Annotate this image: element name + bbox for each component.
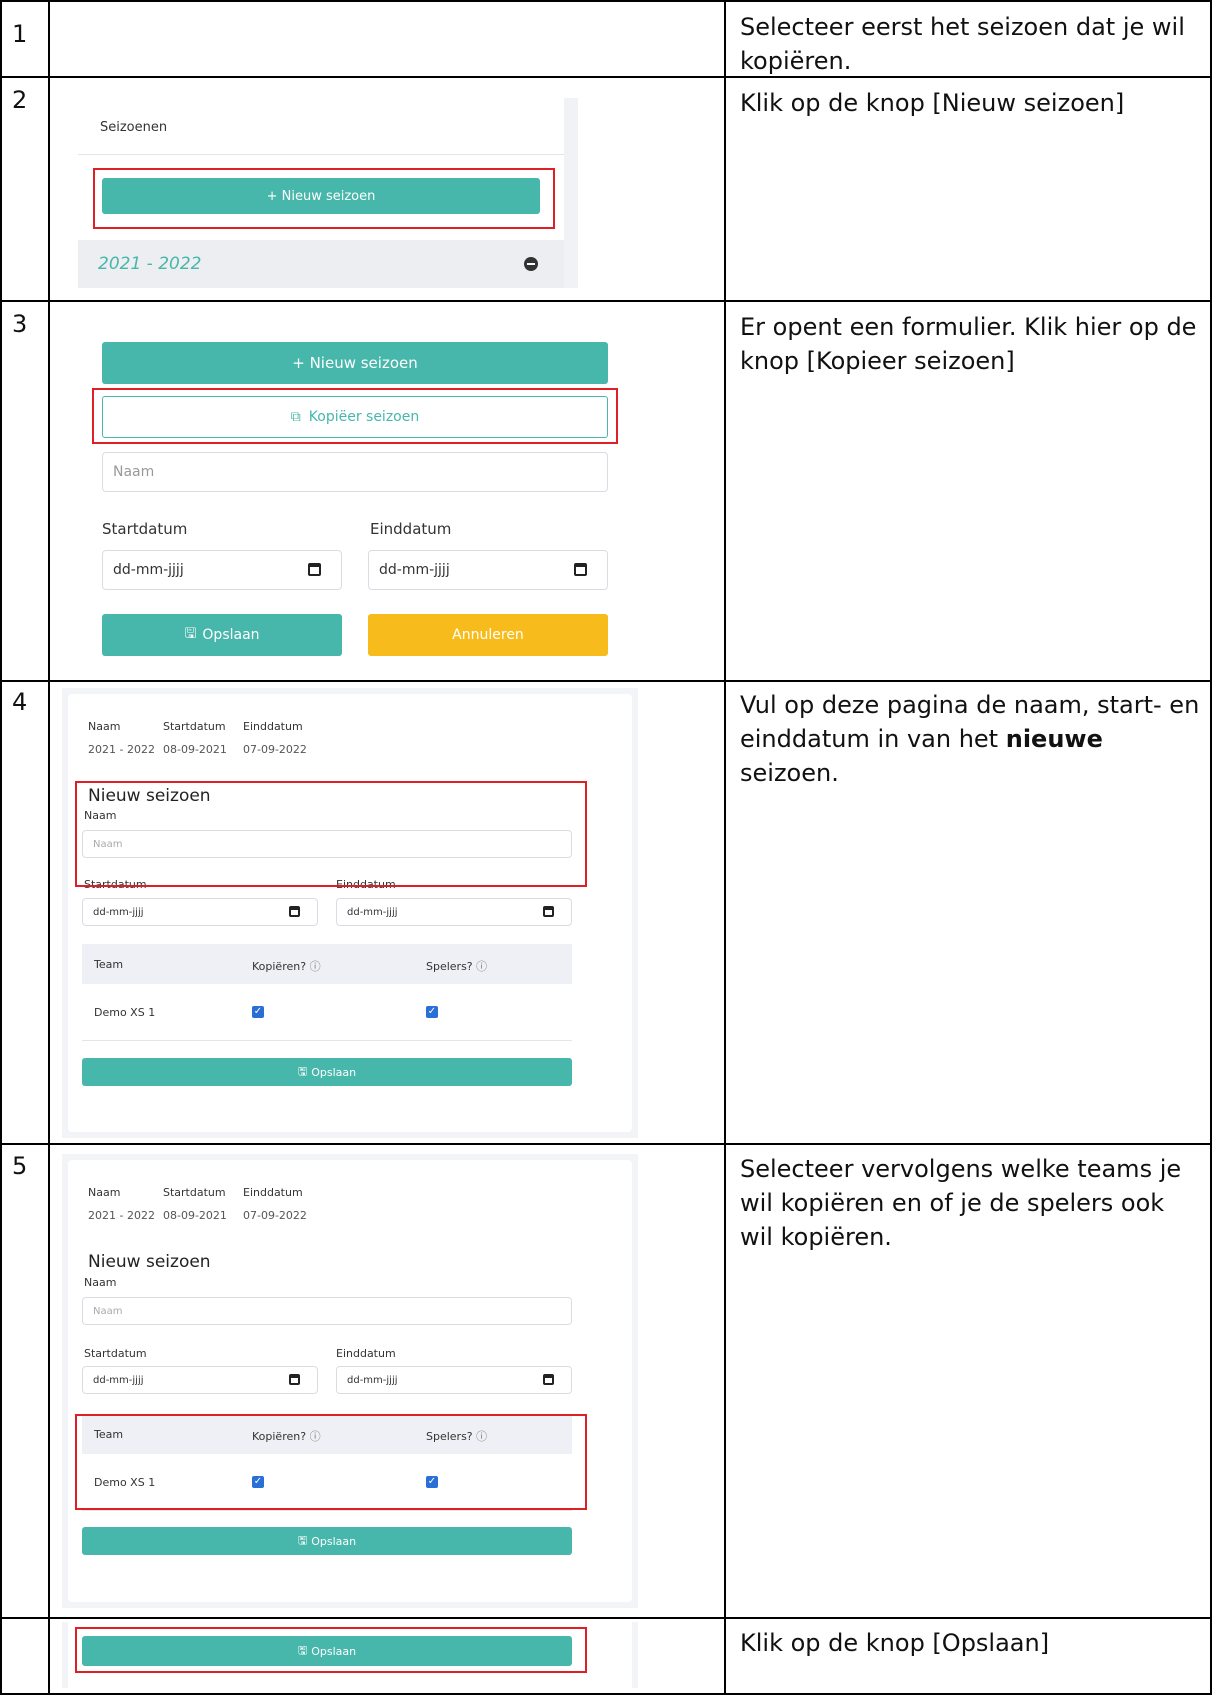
row-description: Er opent een formulier. Klik hier op de …: [740, 313, 1197, 375]
cancel-button[interactable]: Annuleren: [368, 614, 608, 656]
info-icon[interactable]: ⓘ: [310, 960, 321, 973]
column-header-end: Einddatum: [243, 720, 303, 733]
source-season-start: 08-09-2021: [163, 1209, 227, 1222]
start-date-field[interactable]: dd-mm-jjjj: [82, 898, 318, 926]
end-date-field[interactable]: dd-mm-jjjj: [336, 1366, 572, 1394]
source-season-name: 2021 - 2022: [88, 1209, 155, 1222]
source-season-end: 07-09-2022: [243, 743, 307, 756]
save-icon: 🖫: [297, 1533, 308, 1547]
save-button[interactable]: 🖫 Opslaan: [102, 614, 342, 656]
highlight-box: [92, 388, 618, 444]
calendar-icon[interactable]: [308, 563, 321, 576]
highlight-box: [75, 1627, 587, 1673]
source-season-start: 08-09-2021: [163, 743, 227, 756]
save-button[interactable]: 🖫 Opslaan: [82, 1527, 572, 1555]
copy-team-checkbox[interactable]: ✓: [252, 1006, 264, 1018]
start-date-label: Startdatum: [84, 1347, 147, 1360]
row-description: Klik op de knop [Opslaan]: [740, 1629, 1050, 1657]
column-header-name: Naam: [88, 720, 121, 733]
team-name: Demo XS 1: [94, 1006, 156, 1019]
source-season-name: 2021 - 2022: [88, 743, 155, 756]
start-date-label: Startdatum: [102, 520, 188, 538]
season-name: 2021 - 2022: [98, 254, 202, 274]
copy-players-checkbox[interactable]: ✓: [426, 1006, 438, 1018]
column-header-start: Startdatum: [163, 720, 226, 733]
name-field[interactable]: Naam: [102, 452, 608, 492]
calendar-icon[interactable]: [289, 906, 300, 917]
row-divider: [82, 1040, 572, 1041]
column-header-team: Team: [94, 958, 124, 971]
info-icon[interactable]: ⓘ: [476, 960, 487, 973]
calendar-icon[interactable]: [543, 1374, 554, 1385]
start-date-field[interactable]: dd-mm-jjjj: [82, 1366, 318, 1394]
end-date-field[interactable]: dd-mm-jjjj: [368, 550, 608, 590]
highlight-box: [93, 168, 555, 229]
row-number: 4: [12, 688, 28, 716]
new-season-form-screenshot: + Nieuw seizoen ⧉ Kopiëer seizoen Naam St…: [80, 314, 630, 676]
season-list-item[interactable]: 2021 - 2022: [78, 240, 564, 288]
copy-season-page-screenshot: Naam Startdatum Einddatum 2021 - 2022 08…: [62, 1154, 638, 1608]
column-header-end: Einddatum: [243, 1186, 303, 1199]
form-heading: Nieuw seizoen: [88, 1252, 211, 1272]
name-label: Naam: [84, 1276, 117, 1289]
calendar-icon[interactable]: [574, 563, 587, 576]
save-icon: 🖫: [297, 1064, 308, 1078]
new-season-button[interactable]: + Nieuw seizoen: [102, 342, 608, 384]
column-header-copy: Kopiëren? ⓘ: [252, 960, 321, 973]
column-header-start: Startdatum: [163, 1186, 226, 1199]
highlight-box: [75, 781, 587, 887]
save-button[interactable]: 🖫 Opslaan: [82, 1058, 572, 1086]
start-date-field[interactable]: dd-mm-jjjj: [102, 550, 342, 590]
teams-table-header: [82, 944, 572, 984]
emphasis: nieuwe: [1005, 725, 1103, 753]
end-date-label: Einddatum: [336, 1347, 396, 1360]
copy-season-page-screenshot: Naam Startdatum Einddatum 2021 - 2022 08…: [62, 688, 638, 1138]
column-header-name: Naam: [88, 1186, 121, 1199]
name-field[interactable]: Naam: [82, 1297, 572, 1325]
row-number: 3: [12, 310, 28, 338]
highlight-box: [75, 1414, 587, 1510]
row-number: 1: [12, 20, 28, 48]
remove-icon[interactable]: [524, 257, 538, 271]
calendar-icon[interactable]: [289, 1374, 300, 1385]
source-season-end: 07-09-2022: [243, 1209, 307, 1222]
row-number: 5: [12, 1152, 28, 1180]
row-description: Selecteer vervolgens welke teams je wil …: [740, 1155, 1182, 1251]
row-description: Vul op deze pagina de naam, start- en ei…: [740, 691, 1200, 787]
column-header-players: Spelers? ⓘ: [426, 960, 488, 973]
calendar-icon[interactable]: [543, 906, 554, 917]
panel-title: Seizoenen: [100, 120, 168, 135]
divider: [78, 154, 564, 155]
save-icon: 🖫: [184, 626, 197, 642]
row-description: Selecteer eerst het seizoen dat je wil k…: [740, 13, 1185, 75]
row-number: 2: [12, 86, 28, 114]
row-divider: [82, 1510, 572, 1511]
end-date-field[interactable]: dd-mm-jjjj: [336, 898, 572, 926]
row-description: Klik op de knop [Nieuw seizoen]: [740, 89, 1125, 117]
end-date-label: Einddatum: [370, 520, 452, 538]
